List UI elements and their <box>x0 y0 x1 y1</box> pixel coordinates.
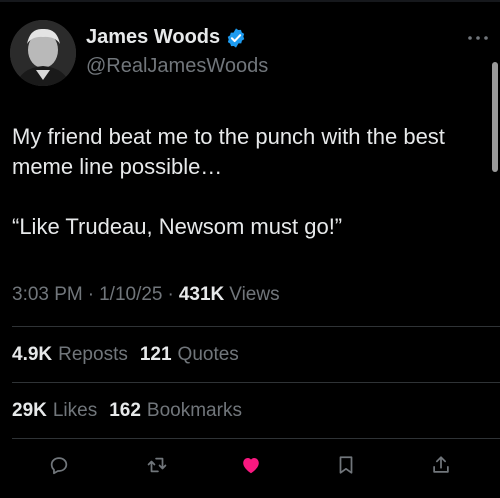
repost-button[interactable] <box>144 452 170 478</box>
divider <box>12 438 500 439</box>
top-divider <box>0 0 500 2</box>
bookmarks-stat[interactable]: 162 Bookmarks <box>109 400 242 422</box>
tweet-line-1: My friend beat me to the punch with the … <box>12 124 445 179</box>
avatar[interactable] <box>10 20 76 86</box>
share-button[interactable] <box>428 452 454 478</box>
reposts-label: Reposts <box>58 344 128 365</box>
divider <box>12 326 500 327</box>
heart-icon <box>243 457 259 474</box>
action-bar <box>0 452 500 482</box>
divider <box>12 382 500 383</box>
engagement-row-2: 29K Likes 162 Bookmarks <box>12 400 254 422</box>
repost-icon <box>147 457 167 473</box>
like-button[interactable] <box>238 452 264 478</box>
reply-icon <box>50 457 68 475</box>
tweet-time[interactable]: 3:03 PM <box>12 284 83 306</box>
tweet-meta: 3:03 PM · 1/10/25 · 431K Views <box>12 284 280 306</box>
engagement-row-1: 4.9K Reposts 121 Quotes <box>12 344 251 366</box>
reposts-count: 4.9K <box>12 344 53 365</box>
quotes-label: Quotes <box>177 344 239 365</box>
likes-stat[interactable]: 29K Likes <box>12 400 97 422</box>
bookmark-icon <box>339 456 353 474</box>
quotes-stat[interactable]: 121 Quotes <box>140 344 239 366</box>
bookmarks-count: 162 <box>109 400 141 421</box>
meta-separator: · <box>167 284 174 305</box>
author-name[interactable]: James Woods <box>86 26 220 49</box>
tweet-line-2: “Like Trudeau, Newsom must go!” <box>12 214 343 239</box>
author-name-row[interactable]: James Woods <box>86 26 247 49</box>
meta-separator: · <box>87 284 95 305</box>
reply-button[interactable] <box>46 452 72 478</box>
share-icon <box>433 456 449 473</box>
tweet-text: My friend beat me to the punch with the … <box>12 122 472 242</box>
more-options-icon[interactable] <box>466 34 490 42</box>
likes-label: Likes <box>52 400 98 421</box>
profile-photo-icon <box>10 20 76 86</box>
reposts-stat[interactable]: 4.9K Reposts <box>12 344 128 366</box>
views-count: 431K <box>178 284 225 305</box>
views-label: Views <box>229 284 280 305</box>
bookmarks-label: Bookmarks <box>146 400 242 421</box>
quotes-count: 121 <box>139 344 172 365</box>
scrollbar[interactable] <box>492 62 498 172</box>
likes-count: 29K <box>12 400 47 421</box>
bookmark-button[interactable] <box>333 452 359 478</box>
author-handle[interactable]: @RealJamesWoods <box>86 55 268 78</box>
tweet-date[interactable]: 1/10/25 <box>99 284 162 306</box>
verified-badge-icon <box>227 27 245 48</box>
